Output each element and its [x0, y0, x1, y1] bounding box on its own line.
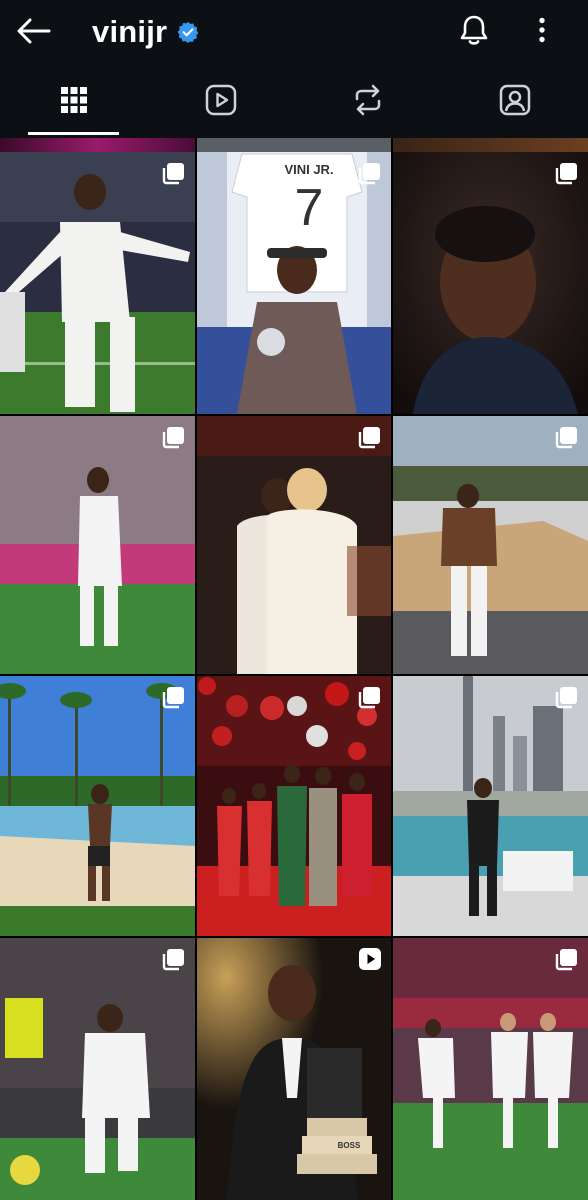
post-thumbnail[interactable] — [197, 416, 391, 674]
post-image — [0, 152, 195, 414]
repost-icon — [355, 84, 380, 116]
carousel-icon — [358, 163, 380, 185]
more-vertical-icon — [539, 17, 545, 43]
post-thumbnail[interactable]: BOSS — [197, 938, 391, 1200]
post-image — [393, 676, 588, 936]
post-image — [393, 152, 588, 414]
tab-reposts[interactable] — [294, 62, 441, 138]
post-thumbnail[interactable]: VINI JR. 7 — [197, 152, 391, 414]
post-thumbnail[interactable] — [0, 676, 195, 936]
post-thumbnail[interactable] — [393, 416, 588, 674]
reels-icon — [205, 84, 236, 116]
grid-icon — [60, 87, 87, 113]
carousel-icon — [555, 949, 577, 971]
carousel-icon — [555, 163, 577, 185]
back-button[interactable] — [16, 14, 52, 48]
post-thumbnail[interactable] — [0, 416, 195, 674]
post-thumbnail[interactable] — [197, 676, 391, 936]
carousel-icon — [162, 949, 184, 971]
partial-post-thumbnail[interactable] — [393, 138, 588, 152]
back-arrow-icon — [17, 18, 51, 44]
carousel-icon — [358, 687, 380, 709]
posts-grid: VINI JR. 7 BOSS — [0, 152, 588, 1200]
bell-icon — [460, 15, 488, 45]
post-thumbnail[interactable] — [393, 938, 588, 1200]
post-image — [393, 938, 588, 1200]
jersey-number-text: 7 — [294, 179, 324, 237]
post-thumbnail[interactable] — [393, 152, 588, 414]
profile-header: vinijr — [0, 0, 588, 62]
verified-badge-icon — [177, 21, 199, 43]
profile-title: vinijr — [92, 12, 199, 52]
profile-tabs — [0, 62, 588, 138]
post-thumbnail[interactable] — [393, 676, 588, 936]
tab-reels[interactable] — [147, 62, 294, 138]
tab-tagged[interactable] — [441, 62, 588, 138]
carousel-icon — [555, 687, 577, 709]
active-tab-indicator — [28, 132, 119, 135]
partial-post-thumbnail[interactable] — [197, 138, 391, 152]
tab-posts[interactable] — [0, 62, 147, 138]
post-image — [197, 676, 391, 936]
carousel-icon — [162, 687, 184, 709]
post-image — [197, 416, 391, 674]
post-image — [393, 416, 588, 674]
post-image — [197, 938, 391, 1200]
tagged-icon — [499, 84, 530, 116]
carousel-icon — [555, 427, 577, 449]
post-image — [0, 676, 195, 936]
username: vinijr — [92, 14, 168, 49]
more-options-button[interactable] — [528, 12, 556, 48]
carousel-icon — [358, 427, 380, 449]
post-image — [0, 938, 195, 1200]
carousel-icon — [162, 427, 184, 449]
partial-post-thumbnail[interactable] — [0, 138, 195, 152]
post-thumbnail[interactable] — [0, 938, 195, 1200]
post-image — [0, 416, 195, 674]
jersey-name-text: VINI JR. — [284, 162, 334, 177]
post-thumbnail[interactable] — [0, 152, 195, 414]
reel-icon — [359, 948, 381, 970]
notifications-button[interactable] — [456, 12, 492, 48]
award-label: BOSS — [337, 1141, 361, 1150]
carousel-icon — [162, 163, 184, 185]
